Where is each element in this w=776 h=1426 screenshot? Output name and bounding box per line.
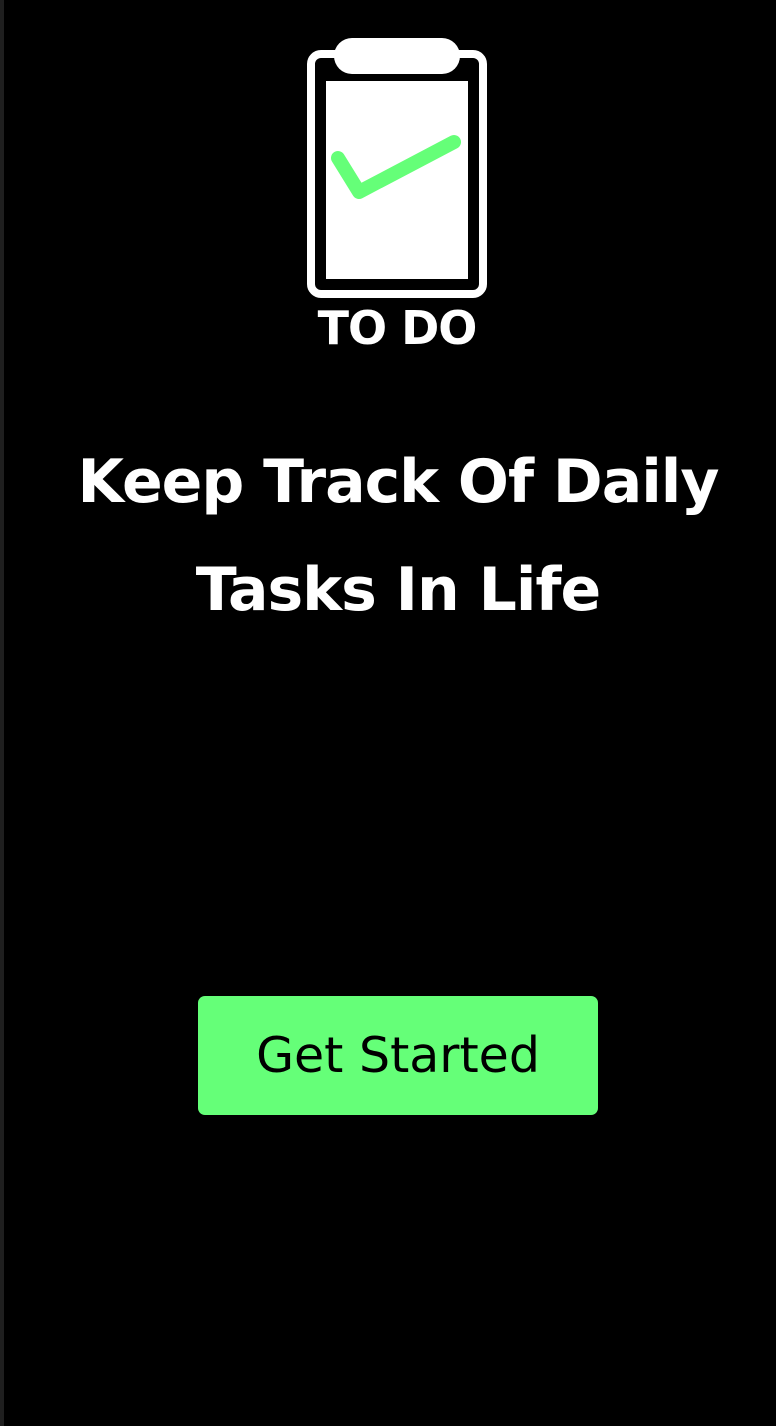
welcome-screen: TO DO Keep Track Of Daily Tasks In Life … xyxy=(0,0,776,1426)
logo-text: TO DO xyxy=(317,301,478,355)
app-logo: TO DO xyxy=(306,38,488,355)
headline: Keep Track Of Daily Tasks In Life xyxy=(77,447,720,625)
get-started-button[interactable]: Get Started xyxy=(198,996,598,1115)
clipboard-check-icon xyxy=(307,38,487,298)
